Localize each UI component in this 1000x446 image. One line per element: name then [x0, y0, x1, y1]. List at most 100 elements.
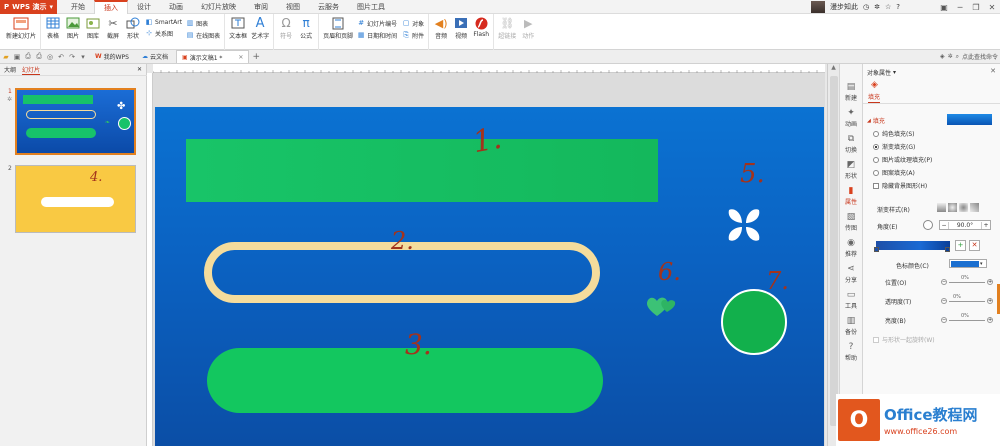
green-circle[interactable] — [721, 289, 787, 355]
brightness-slider[interactable]: − 0% + — [941, 313, 995, 324]
side-properties-button[interactable]: ▮ 属性 — [845, 186, 857, 206]
side-animation-button[interactable]: ✦ 动画 — [845, 108, 857, 128]
side-share-button[interactable]: ⋖ 分享 — [845, 264, 857, 284]
gradient-rect-preset[interactable] — [959, 203, 968, 212]
flash-button[interactable]: Flash — [473, 16, 489, 48]
undo-icon[interactable]: ↶ — [57, 53, 65, 61]
tab-view[interactable]: 视图 — [277, 0, 309, 14]
checkbox[interactable] — [873, 182, 879, 189]
scroll-up-icon[interactable]: ▲ — [829, 64, 838, 72]
vertical-scrollbar[interactable]: ▲ — [827, 64, 839, 446]
tab-review[interactable]: 审阅 — [245, 0, 277, 14]
doc-tab-mywps[interactable]: W 我的WPS — [90, 50, 134, 63]
tab-slides[interactable]: 幻灯片 — [22, 65, 41, 75]
tab-design[interactable]: 设计 — [128, 0, 160, 14]
doc-tab-cloud[interactable]: ☁ 云文档 — [137, 50, 173, 63]
radio[interactable] — [873, 130, 879, 137]
smartart-button[interactable]: ◧ SmartArt — [145, 19, 182, 27]
slide-thumbnail-1[interactable]: ✤ ❧ — [15, 88, 136, 155]
clover-shape[interactable] — [721, 202, 767, 248]
skin-icon[interactable]: ◈ — [940, 53, 945, 60]
wordart-button[interactable]: A 艺术字 — [251, 16, 269, 48]
settings-icon[interactable]: ✲ — [948, 53, 953, 60]
gradient-path-preset[interactable] — [970, 203, 979, 212]
new-slide-button[interactable]: 新建幻灯片 — [6, 16, 36, 48]
minus-circle-icon[interactable]: − — [941, 317, 947, 323]
slider-track[interactable]: 0% — [949, 275, 985, 283]
chevron-down-icon[interactable]: ▾ — [79, 53, 87, 61]
radio[interactable] — [873, 156, 879, 163]
side-recommend-button[interactable]: ◉ 推荐 — [845, 238, 857, 258]
ribbon-toggle-icon[interactable]: ▣ — [936, 0, 952, 14]
close-icon[interactable]: ✕ — [990, 67, 996, 75]
doc-tab-presentation[interactable]: ▣ 演示文稿1 * ✕ — [176, 50, 250, 63]
plus-icon[interactable]: + — [981, 221, 990, 229]
chart-button[interactable]: ▥ 图表 — [186, 19, 208, 29]
tab-outline[interactable]: 大纲 — [4, 65, 16, 74]
symbol-button[interactable]: Ω 符号 — [278, 16, 294, 48]
relation-button[interactable]: ⊹ 关系图 — [145, 29, 173, 39]
slide-thumbnail-2[interactable]: 4. — [15, 165, 136, 233]
green-rectangle[interactable] — [186, 139, 658, 202]
app-menu-button[interactable]: P WPS 演示 ▾ — [0, 0, 57, 14]
clock-icon[interactable]: ◷ — [863, 3, 869, 11]
minus-icon[interactable]: − — [940, 221, 949, 229]
horizontal-ruler[interactable] — [153, 64, 825, 73]
scrollbar-thumb[interactable] — [830, 76, 838, 426]
gradient-bar[interactable] — [876, 241, 950, 250]
angle-value[interactable]: 90.0° — [949, 222, 981, 229]
side-transition-button[interactable]: ⧉ 切换 — [845, 134, 857, 154]
chevron-down-icon[interactable]: ▾ — [893, 69, 896, 76]
fill-section-header[interactable]: ◢ 填充 — [867, 116, 885, 126]
gradient-linear-preset[interactable] — [937, 203, 946, 212]
formula-button[interactable]: π 公式 — [298, 16, 314, 48]
transparency-slider[interactable]: − 0% + — [941, 294, 995, 305]
help-icon[interactable]: ? — [896, 3, 900, 11]
new-tab-icon[interactable]: + — [252, 52, 260, 62]
audio-button[interactable]: ◀) 音频 — [433, 16, 449, 48]
option-pattern-fill[interactable]: 图案填充(A) — [873, 168, 915, 177]
tab-animation[interactable]: 动画 — [160, 0, 192, 14]
tab-fill[interactable]: 填充 — [868, 92, 881, 103]
option-picture-fill[interactable]: 图片或纹理填充(P) — [873, 155, 932, 164]
attachment-label[interactable]: 附件 — [412, 31, 424, 40]
tab-cloud[interactable]: 云服务 — [309, 0, 348, 14]
option-gradient-fill[interactable]: 渐变填充(G) — [873, 142, 915, 151]
action-button[interactable]: ▶ 动作 — [520, 16, 536, 48]
minus-circle-icon[interactable]: − — [941, 298, 947, 304]
save-icon[interactable]: ▣ — [13, 53, 21, 61]
gear-icon[interactable]: ✲ — [874, 3, 880, 11]
close-icon[interactable]: ✕ — [238, 54, 243, 61]
radio[interactable] — [873, 169, 879, 176]
slider-track[interactable]: 0% — [949, 294, 985, 302]
gallery-button[interactable]: 图库 — [85, 16, 101, 48]
shape-button[interactable]: 形状 — [125, 16, 141, 48]
side-shape-button[interactable]: ◩ 形状 — [845, 160, 857, 180]
option-solid-fill[interactable]: 纯色填充(S) — [873, 129, 915, 138]
datetime-button[interactable]: ▦ 日期和时间 ⎘ 附件 — [357, 31, 424, 41]
checkbox[interactable] — [873, 336, 879, 343]
side-help-button[interactable]: ? 帮助 — [845, 342, 857, 362]
close-icon[interactable]: ✕ — [984, 0, 1000, 14]
position-slider[interactable]: − 0% + — [941, 275, 995, 286]
tab-picture-tools[interactable]: 图片工具 — [348, 0, 394, 14]
collapse-icon[interactable]: ✕ — [137, 66, 142, 73]
print-icon[interactable]: ⎙ — [35, 52, 43, 61]
command-search[interactable]: ◈ ✲ ⌕ 点此查找命令 — [940, 52, 998, 62]
gradient-stop-right[interactable] — [945, 247, 950, 252]
user-name[interactable]: 漫步知此 — [830, 2, 858, 12]
option-hide-background[interactable]: 隐藏背景图形(H) — [873, 181, 927, 190]
preview-icon[interactable]: ◎ — [46, 53, 54, 61]
heart-shapes[interactable] — [645, 288, 683, 320]
side-upload-image-button[interactable]: ▧ 传图 — [845, 212, 857, 232]
picture-button[interactable]: 图片 — [65, 16, 81, 48]
remove-stop-icon[interactable]: ✕ — [969, 240, 980, 251]
header-footer-button[interactable]: 页眉和页脚 — [323, 16, 353, 48]
side-new-button[interactable]: ▤ 新建 — [845, 82, 857, 102]
avatar[interactable] — [811, 1, 826, 13]
minus-circle-icon[interactable]: − — [941, 279, 947, 285]
minimize-icon[interactable]: ─ — [952, 0, 968, 14]
stop-color-picker[interactable]: ▾ — [949, 259, 987, 268]
radio-selected[interactable] — [873, 143, 879, 150]
video-button[interactable]: 视频 — [453, 16, 469, 48]
